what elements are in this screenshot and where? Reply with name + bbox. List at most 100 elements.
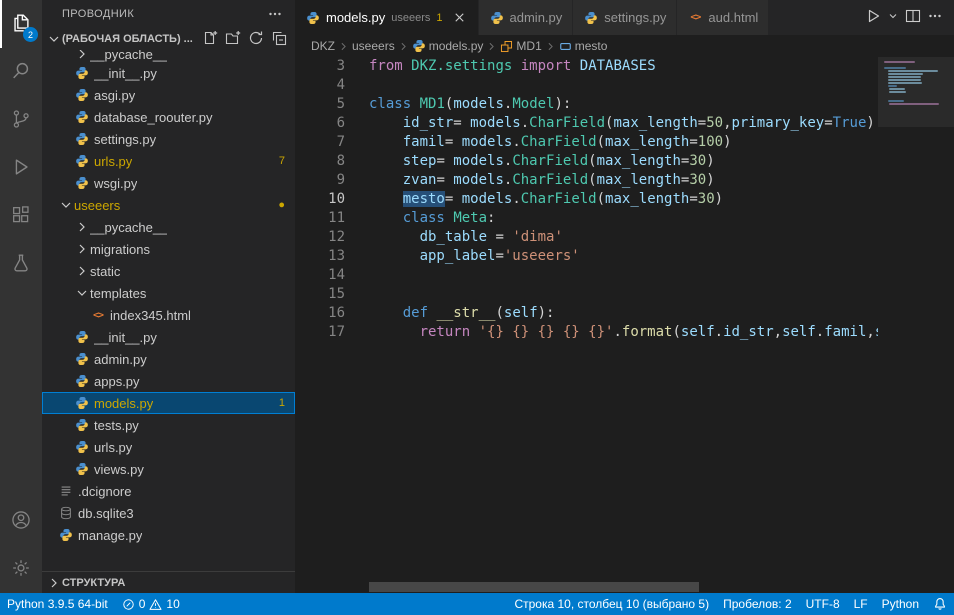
- tree-item-apps-py[interactable]: apps.py: [42, 370, 295, 392]
- code-token: ): [723, 134, 731, 150]
- tree-item-templates[interactable]: templates: [42, 282, 295, 304]
- tree-item-static[interactable]: static: [42, 260, 295, 282]
- status-encoding[interactable]: UTF-8: [799, 593, 847, 615]
- line-number[interactable]: 12: [295, 228, 345, 247]
- outline-section-header[interactable]: СТРУКТУРА: [42, 571, 295, 593]
- more-actions-icon[interactable]: [267, 6, 283, 22]
- tree-item-database-roouter-py[interactable]: database_roouter.py: [42, 106, 295, 128]
- breadcrumb-label: useeers: [352, 39, 395, 53]
- more-actions-button[interactable]: [924, 6, 946, 30]
- file-tree: __pycache____init__.pyasgi.pydatabase_ro…: [42, 50, 295, 571]
- activity-explorer[interactable]: 2: [0, 0, 42, 48]
- tree-item-index345-html[interactable]: <>index345.html: [42, 304, 295, 326]
- code-text[interactable]: class MD1(models.Model):: [369, 95, 571, 114]
- code-text[interactable]: from DKZ.settings import DATABASES: [369, 57, 656, 76]
- breadcrumb-mesto[interactable]: mesto: [559, 39, 608, 53]
- breadcrumb-dkz[interactable]: DKZ: [311, 39, 335, 53]
- tab-aud-html[interactable]: <>aud.html: [677, 0, 769, 35]
- status-language-mode[interactable]: Python: [875, 593, 926, 615]
- code-editor[interactable]: 3 from DKZ.settings import DATABASES 45 cla…: [295, 57, 954, 593]
- workspace-section-header[interactable]: (РАБОЧАЯ ОБЛАСТЬ) ...: [42, 28, 295, 50]
- status-problems[interactable]: 010: [115, 593, 187, 615]
- tree-item-useeers[interactable]: useeers●: [42, 194, 295, 216]
- line-number[interactable]: 9: [295, 171, 345, 190]
- code-text[interactable]: return '{} {} {} {} {}'.format(self.id_s…: [369, 323, 878, 342]
- code-text[interactable]: id_str= models.CharField(max_length=50,p…: [369, 114, 875, 133]
- activity-account[interactable]: [0, 497, 42, 545]
- line-number[interactable]: 7: [295, 133, 345, 152]
- line-number[interactable]: 8: [295, 152, 345, 171]
- code-text[interactable]: app_label='useeers': [369, 247, 580, 266]
- run-dropdown-button[interactable]: [884, 6, 902, 30]
- minimap-slider[interactable]: [878, 57, 954, 127]
- status-cursor-position[interactable]: Строка 10, столбец 10 (выбрано 5): [507, 593, 716, 615]
- code-line: 4: [295, 76, 878, 95]
- collapse-all-button[interactable]: [269, 29, 289, 49]
- breadcrumb-useeers[interactable]: useeers: [352, 39, 395, 53]
- code-text[interactable]: famil= models.CharField(max_length=100): [369, 133, 732, 152]
- tree-item-dcignore[interactable]: .dcignore: [42, 480, 295, 502]
- workspace-section-label: (РАБОЧАЯ ОБЛАСТЬ) ...: [62, 33, 200, 45]
- line-number[interactable]: 11: [295, 209, 345, 228]
- tab-admin-py[interactable]: admin.py: [479, 0, 574, 35]
- tree-item-label: index345.html: [110, 308, 191, 323]
- status-eol[interactable]: LF: [847, 593, 875, 615]
- tree-item-migrations[interactable]: migrations: [42, 238, 295, 260]
- tree-item-pycache[interactable]: __pycache__: [42, 216, 295, 238]
- new-file-button[interactable]: [200, 29, 220, 49]
- new-folder-button[interactable]: [223, 29, 243, 49]
- code-text[interactable]: mesto= models.CharField(max_length=30): [369, 190, 723, 209]
- line-number[interactable]: 16: [295, 304, 345, 323]
- line-number[interactable]: 4: [295, 76, 345, 95]
- line-number[interactable]: 6: [295, 114, 345, 133]
- line-number[interactable]: 17: [295, 323, 345, 342]
- tree-item-asgi-py[interactable]: asgi.py: [42, 84, 295, 106]
- code-token: id_str: [403, 115, 454, 131]
- line-number[interactable]: 10: [295, 190, 345, 209]
- status-notifications[interactable]: [926, 593, 954, 615]
- horizontal-scrollbar[interactable]: [369, 582, 699, 592]
- breadcrumb-md1[interactable]: MD1: [500, 39, 541, 53]
- code-text[interactable]: step= models.CharField(max_length=30): [369, 152, 715, 171]
- activity-source-control[interactable]: [0, 96, 42, 144]
- tab-settings-py[interactable]: settings.py: [573, 0, 677, 35]
- run-button[interactable]: [862, 6, 884, 30]
- breadcrumb-models-py[interactable]: models.py: [412, 39, 484, 53]
- code-token: (: [597, 134, 605, 150]
- tree-item-init-py[interactable]: __init__.py: [42, 62, 295, 84]
- tree-item-models-py[interactable]: models.py1: [42, 392, 295, 414]
- minimap[interactable]: [878, 57, 954, 593]
- line-number[interactable]: 13: [295, 247, 345, 266]
- tree-item-db-sqlite3[interactable]: db.sqlite3: [42, 502, 295, 524]
- activity-search[interactable]: [0, 48, 42, 96]
- code-text[interactable]: db_table = 'dima': [369, 228, 563, 247]
- line-number[interactable]: 5: [295, 95, 345, 114]
- tab-models-py[interactable]: models.pyuseeers1: [295, 0, 479, 35]
- code-text[interactable]: class Meta:: [369, 209, 495, 228]
- split-editor-button[interactable]: [902, 6, 924, 30]
- tree-item-wsgi-py[interactable]: wsgi.py: [42, 172, 295, 194]
- status-python-interpreter[interactable]: Python 3.9.5 64-bit: [0, 593, 115, 615]
- activity-extensions[interactable]: [0, 192, 42, 240]
- activity-testing[interactable]: [0, 240, 42, 288]
- refresh-button[interactable]: [246, 29, 266, 49]
- tree-item-manage-py[interactable]: manage.py: [42, 524, 295, 546]
- tree-item-urls-py[interactable]: urls.py7: [42, 150, 295, 172]
- tree-item-settings-py[interactable]: settings.py: [42, 128, 295, 150]
- code-token: [470, 324, 478, 340]
- activity-run-debug[interactable]: [0, 144, 42, 192]
- tree-item-pycache[interactable]: __pycache__: [42, 50, 295, 62]
- tree-item-tests-py[interactable]: tests.py: [42, 414, 295, 436]
- status-indentation[interactable]: Пробелов: 2: [716, 593, 799, 615]
- code-text[interactable]: def __str__(self):: [369, 304, 554, 323]
- line-number[interactable]: 15: [295, 285, 345, 304]
- tree-item-urls-py[interactable]: urls.py: [42, 436, 295, 458]
- line-number[interactable]: 14: [295, 266, 345, 285]
- code-text[interactable]: zvan= models.CharField(max_length=30): [369, 171, 715, 190]
- line-number[interactable]: 3: [295, 57, 345, 76]
- tree-item-init-py[interactable]: __init__.py: [42, 326, 295, 348]
- tree-item-views-py[interactable]: views.py: [42, 458, 295, 480]
- tree-item-admin-py[interactable]: admin.py: [42, 348, 295, 370]
- activity-settings[interactable]: [0, 545, 42, 593]
- close-icon[interactable]: [451, 9, 468, 26]
